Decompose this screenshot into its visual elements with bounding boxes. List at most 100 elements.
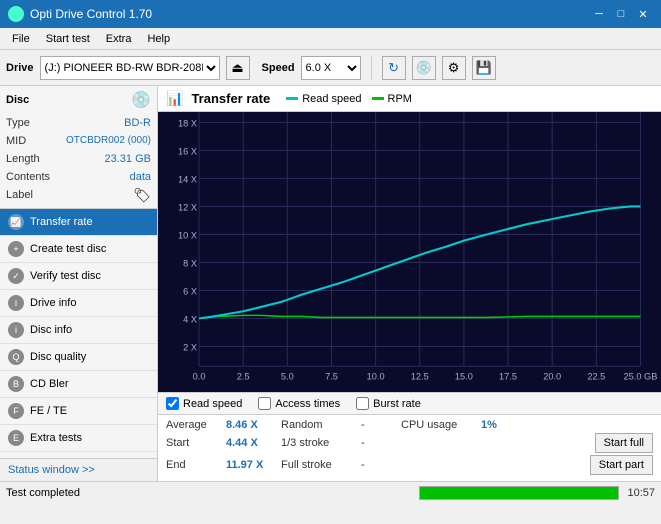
speed-select[interactable]: 6.0 X1.0 X2.0 X4.0 X8.0 X12.0 XMAX: [301, 56, 361, 80]
start-part-button[interactable]: Start part: [590, 455, 653, 475]
disc-header: Disc 💿: [6, 90, 151, 110]
chart-area: 📊 Transfer rate Read speed RPM: [158, 86, 661, 481]
svg-text:14 X: 14 X: [178, 175, 197, 185]
disc-panel: Disc 💿 Type BD-R MID OTCBDR002 (000) Len…: [0, 86, 157, 209]
nav-item-disc-info[interactable]: i Disc info: [0, 317, 157, 344]
legend-read-speed: Read speed: [286, 93, 361, 105]
nav-item-transfer-rate[interactable]: 📈 Transfer rate: [0, 209, 157, 236]
nav-label-drive-info: Drive info: [30, 297, 76, 309]
chart-controls: Read speed Access times Burst rate: [158, 392, 661, 414]
app-title: Opti Drive Control 1.70: [30, 7, 152, 21]
disc-contents-value: data: [130, 168, 151, 186]
svg-text:6 X: 6 X: [183, 287, 197, 297]
access-times-checkbox-label: Access times: [275, 398, 340, 410]
title-bar-controls: ─ □ ✕: [589, 5, 653, 23]
stroke13-value: -: [361, 437, 401, 449]
disc-mid-label: MID: [6, 132, 26, 150]
fullstroke-value: -: [361, 459, 401, 471]
svg-text:2 X: 2 X: [183, 343, 197, 353]
title-bar: Opti Drive Control 1.70 ─ □ ✕: [0, 0, 661, 28]
disc-label-label: Label: [6, 186, 33, 204]
burst-rate-checkbox[interactable]: [356, 397, 369, 410]
fullstroke-label: Full stroke: [281, 459, 361, 471]
stats-row-end: End 11.97 X Full stroke - Start part: [166, 455, 653, 475]
disc-button[interactable]: 💿: [412, 56, 436, 80]
disc-type-row: Type BD-R: [6, 114, 151, 132]
legend-rpm-dot: [372, 97, 384, 100]
sidebar-nav: 📈 Transfer rate + Create test disc ✓ Ver…: [0, 209, 157, 452]
disc-type-label: Type: [6, 114, 30, 132]
svg-text:8 X: 8 X: [183, 259, 197, 269]
start-full-button[interactable]: Start full: [595, 433, 653, 453]
title-bar-left: Opti Drive Control 1.70: [8, 6, 152, 22]
disc-label-icon[interactable]: 🏷: [133, 186, 151, 204]
stats-area: Average 8.46 X Random - CPU usage 1% Sta…: [158, 414, 661, 481]
burst-rate-checkbox-group: Burst rate: [356, 397, 421, 410]
burst-rate-checkbox-label: Burst rate: [373, 398, 421, 410]
access-times-checkbox-group: Access times: [258, 397, 340, 410]
nav-icon-drive-info: i: [8, 295, 24, 311]
svg-text:2.5: 2.5: [237, 372, 250, 382]
nav-item-disc-quality[interactable]: Q Disc quality: [0, 344, 157, 371]
divider: [371, 56, 372, 80]
eject-button[interactable]: ⏏: [226, 56, 250, 80]
legend-read-label: Read speed: [302, 93, 361, 105]
nav-icon-disc-quality: Q: [8, 349, 24, 365]
refresh-button[interactable]: ↻: [382, 56, 406, 80]
chart-header: 📊 Transfer rate Read speed RPM: [158, 86, 661, 112]
status-time: 10:57: [627, 487, 655, 499]
content-area: Disc 💿 Type BD-R MID OTCBDR002 (000) Len…: [0, 86, 661, 481]
nav-item-drive-info[interactable]: i Drive info: [0, 290, 157, 317]
svg-text:15.0: 15.0: [455, 372, 473, 382]
random-value: -: [361, 419, 401, 431]
chart-header-icon: 📊: [166, 90, 183, 107]
disc-mid-row: MID OTCBDR002 (000): [6, 132, 151, 150]
stroke13-label: 1/3 stroke: [281, 437, 361, 449]
access-times-checkbox[interactable]: [258, 397, 271, 410]
read-speed-checkbox[interactable]: [166, 397, 179, 410]
menu-file[interactable]: File: [4, 31, 38, 47]
nav-icon-cd-bler: B: [8, 376, 24, 392]
disc-length-label: Length: [6, 150, 40, 168]
status-window-button[interactable]: Status window >>: [0, 458, 157, 481]
nav-label-verify-test-disc: Verify test disc: [30, 270, 101, 282]
nav-item-create-test-disc[interactable]: + Create test disc: [0, 236, 157, 263]
average-value: 8.46 X: [226, 419, 281, 431]
start-label: Start: [166, 437, 226, 449]
settings-button[interactable]: ⚙: [442, 56, 466, 80]
sidebar: Disc 💿 Type BD-R MID OTCBDR002 (000) Len…: [0, 86, 158, 481]
end-value: 11.97 X: [226, 459, 281, 471]
disc-header-icon[interactable]: 💿: [131, 90, 151, 110]
menu-extra[interactable]: Extra: [98, 31, 140, 47]
svg-text:12 X: 12 X: [178, 203, 197, 213]
end-label: End: [166, 459, 226, 471]
svg-text:10 X: 10 X: [178, 231, 197, 241]
nav-label-create-test-disc: Create test disc: [30, 243, 106, 255]
disc-type-value: BD-R: [124, 114, 151, 132]
read-speed-checkbox-label: Read speed: [183, 398, 242, 410]
nav-item-fe-te[interactable]: F FE / TE: [0, 398, 157, 425]
disc-label-row: Label 🏷: [6, 186, 151, 204]
nav-item-verify-test-disc[interactable]: ✓ Verify test disc: [0, 263, 157, 290]
nav-label-disc-quality: Disc quality: [30, 351, 86, 363]
disc-length-row: Length 23.31 GB: [6, 150, 151, 168]
disc-length-value: 23.31 GB: [105, 150, 151, 168]
nav-label-fe-te: FE / TE: [30, 405, 67, 417]
nav-icon-extra-tests: E: [8, 430, 24, 446]
close-button[interactable]: ✕: [633, 5, 653, 23]
maximize-button[interactable]: □: [611, 5, 631, 23]
status-window-label: Status window >>: [8, 464, 95, 476]
svg-text:16 X: 16 X: [178, 146, 197, 156]
nav-item-extra-tests[interactable]: E Extra tests: [0, 425, 157, 452]
minimize-button[interactable]: ─: [589, 5, 609, 23]
nav-icon-create-test-disc: +: [8, 241, 24, 257]
menu-help[interactable]: Help: [139, 31, 178, 47]
save-button[interactable]: 💾: [472, 56, 496, 80]
drive-select[interactable]: (J:) PIONEER BD-RW BDR-208M 1.50: [40, 56, 220, 80]
chart-container: 18 X 16 X 14 X 12 X 10 X 8 X 6 X 4 X 2 X…: [158, 112, 661, 392]
nav-item-cd-bler[interactable]: B CD Bler: [0, 371, 157, 398]
svg-text:22.5: 22.5: [587, 372, 605, 382]
menu-start-test[interactable]: Start test: [38, 31, 98, 47]
chart-legend: Read speed RPM: [286, 93, 412, 105]
svg-text:17.5: 17.5: [499, 372, 517, 382]
